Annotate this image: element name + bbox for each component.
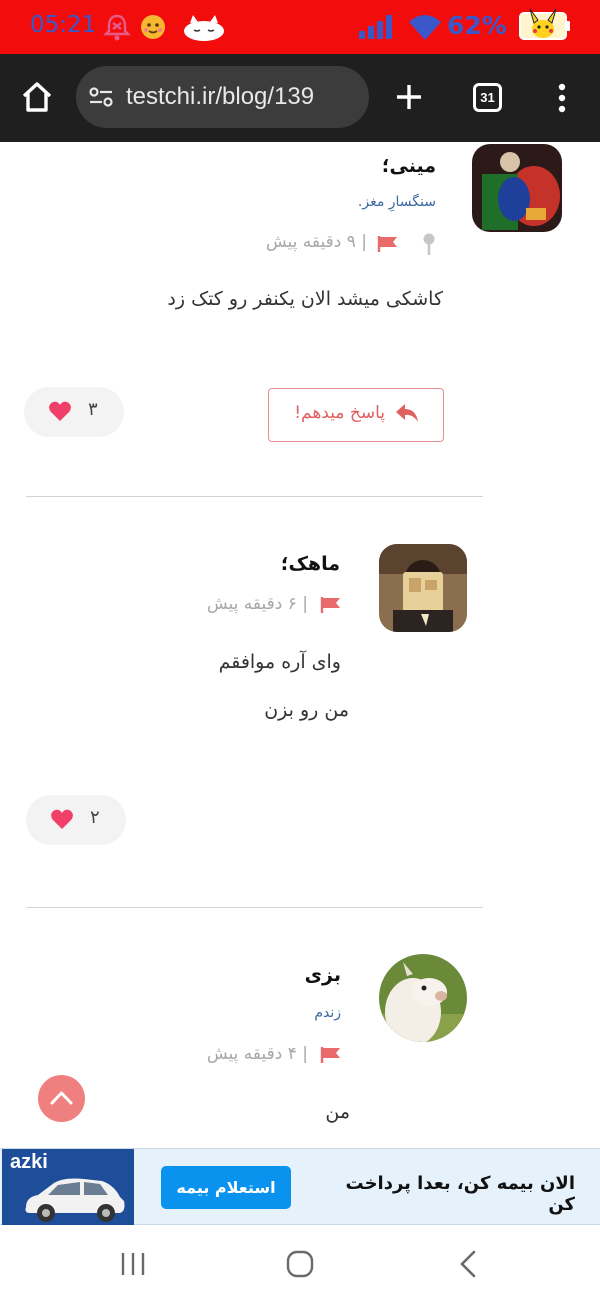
- comment-time: | ۶ دقیقه پیش: [207, 594, 308, 614]
- ad-banner[interactable]: azki استعلام بیمه الان بیمه کن، بعدا پرد…: [0, 1148, 600, 1225]
- heart-icon: [49, 401, 71, 421]
- signal-icon: [359, 15, 392, 39]
- battery-percent: 62%: [447, 11, 507, 40]
- comment-author-bio[interactable]: سنگسارِ مغز.: [358, 194, 436, 210]
- comment-time-text: ۶ دقیقه پیش: [206, 594, 297, 614]
- cat-icon: [184, 15, 224, 41]
- reply-arrow-icon: [396, 404, 418, 422]
- status-bar: 05:21 62%: [0, 0, 600, 54]
- status-time: 05:21: [30, 12, 97, 38]
- like-count: ۳: [88, 399, 98, 420]
- battery-icon: [519, 8, 570, 40]
- meta-separator: |: [361, 232, 367, 252]
- avatar[interactable]: [379, 954, 467, 1042]
- ad-image[interactable]: azki: [2, 1149, 134, 1225]
- comment-author[interactable]: ماهک؛: [281, 553, 340, 575]
- avatar[interactable]: [472, 144, 562, 232]
- meta-separator: |: [302, 1044, 308, 1064]
- back-icon[interactable]: [458, 1250, 478, 1278]
- reply-button[interactable]: پاسخ میدهم!: [268, 388, 444, 442]
- home-nav-icon[interactable]: [286, 1250, 314, 1278]
- browser-toolbar: testchi.ir/blog/139 31: [0, 54, 600, 142]
- home-icon[interactable]: [20, 80, 54, 114]
- chevron-up-icon: [50, 1091, 73, 1105]
- tab-switcher-button[interactable]: 31: [473, 83, 502, 112]
- heart-icon: [51, 809, 73, 829]
- site-settings-icon[interactable]: [88, 86, 114, 108]
- comment-divider: [26, 496, 483, 497]
- bell-off-icon: [103, 14, 131, 41]
- comment-author-bio[interactable]: زندم: [314, 1005, 341, 1021]
- comment-time: | ۹ دقیقه پیش: [266, 232, 367, 252]
- comment-time-text: ۴ دقیقه پیش: [206, 1044, 297, 1064]
- comment-author[interactable]: مینی؛: [382, 155, 436, 177]
- comment-body-line: من: [325, 1101, 350, 1123]
- more-menu-icon[interactable]: [552, 82, 572, 114]
- emoji-icon: [141, 15, 165, 39]
- comment-body-line: من رو بزن: [264, 699, 349, 721]
- comment-time: | ۴ دقیقه پیش: [207, 1044, 308, 1064]
- comment-time-text: ۹ دقیقه پیش: [265, 232, 356, 252]
- scroll-to-top-button[interactable]: [38, 1075, 85, 1122]
- comment-body-line: کاشکی میشد الان یکنفر رو کتک زد: [167, 288, 443, 310]
- comment-body-line: وای آره موافقم: [218, 651, 341, 673]
- comment-divider: [26, 907, 483, 908]
- pin-icon: [423, 233, 435, 255]
- address-bar[interactable]: testchi.ir/blog/139: [76, 66, 369, 128]
- ad-headline: الان بیمه کن، بعدا پرداخت کن: [345, 1173, 575, 1215]
- like-button[interactable]: ۳: [24, 387, 124, 437]
- report-flag-icon[interactable]: [320, 1046, 342, 1064]
- report-flag-icon[interactable]: [320, 596, 342, 614]
- ad-cta-button[interactable]: استعلام بیمه: [161, 1166, 291, 1209]
- like-button[interactable]: ۲: [26, 795, 126, 845]
- new-tab-icon[interactable]: [394, 82, 424, 112]
- car-icon: [25, 1178, 125, 1222]
- report-flag-icon[interactable]: [377, 235, 399, 253]
- meta-separator: |: [302, 594, 308, 614]
- like-count: ۲: [90, 807, 100, 828]
- avatar[interactable]: [379, 544, 467, 632]
- wifi-icon: [409, 15, 441, 40]
- system-nav-bar: [0, 1226, 600, 1300]
- comment-author[interactable]: بزی: [305, 964, 341, 986]
- reply-button-label: پاسخ میدهم!: [294, 403, 385, 423]
- recent-apps-icon[interactable]: [119, 1251, 147, 1277]
- url-text[interactable]: testchi.ir/blog/139: [126, 83, 314, 111]
